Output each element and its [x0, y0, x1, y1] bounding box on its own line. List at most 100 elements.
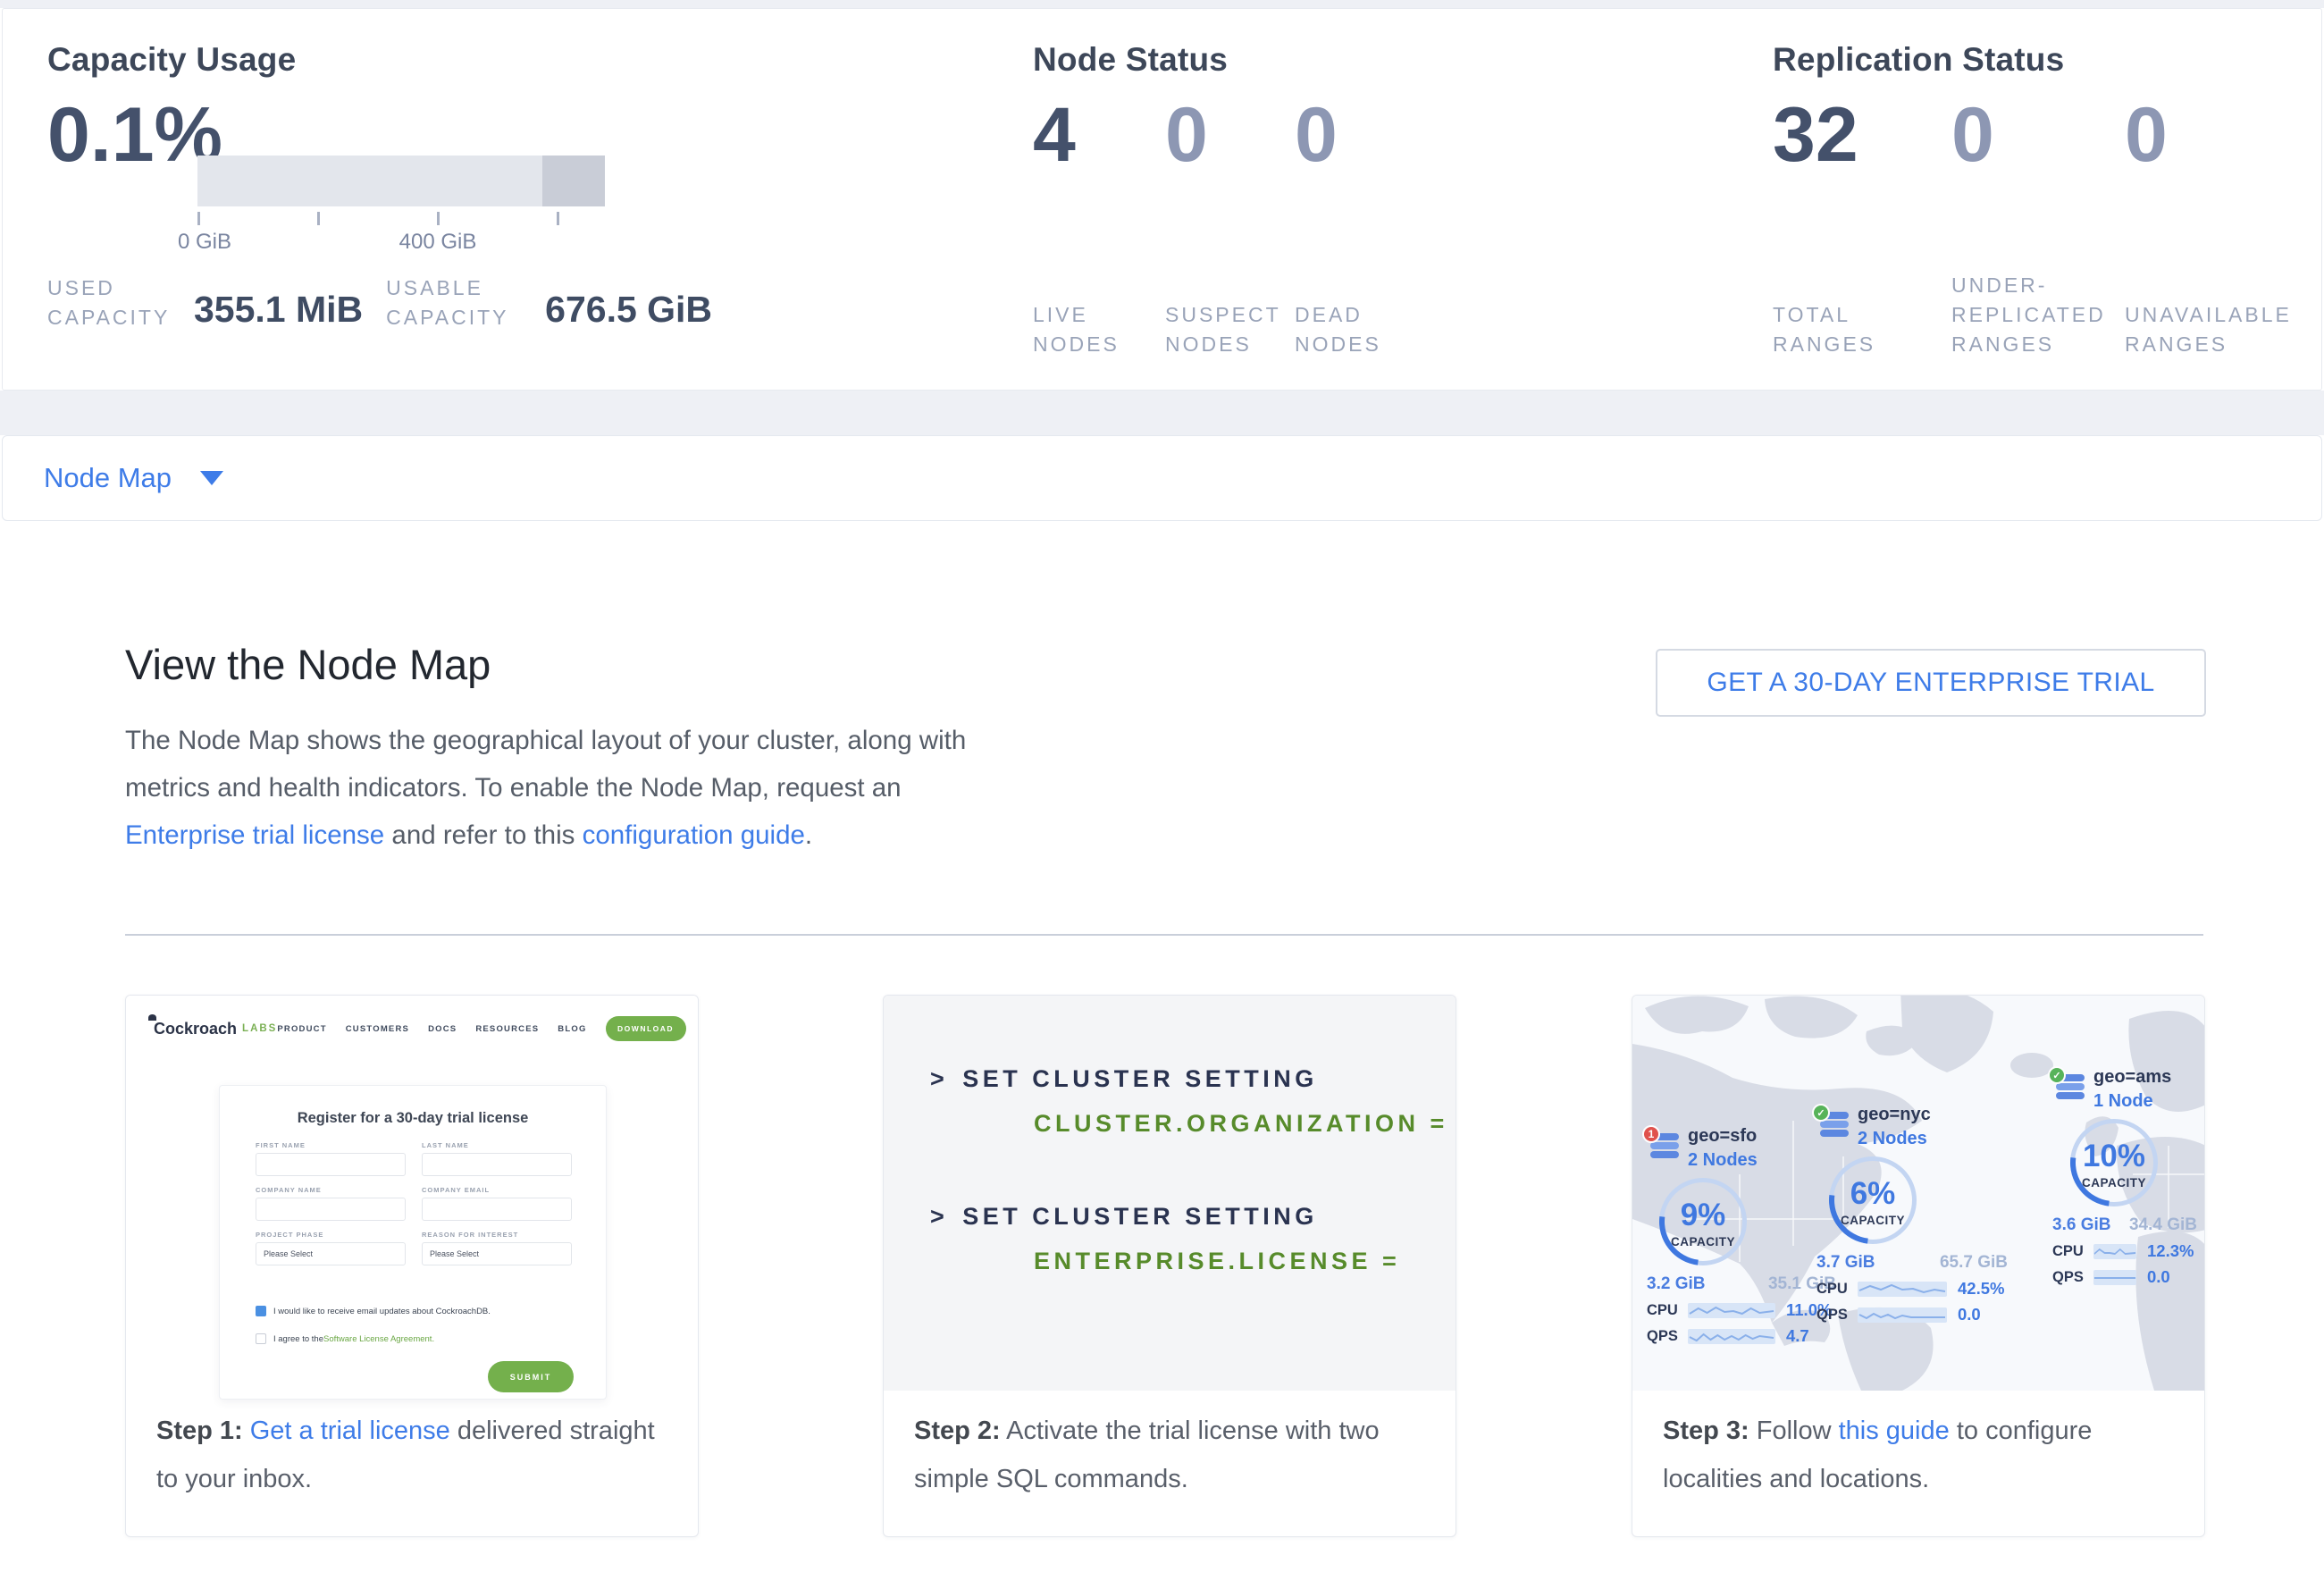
capacity-gauge: 10% CAPACITY — [2070, 1119, 2158, 1206]
get-enterprise-trial-button[interactable]: GET A 30-DAY ENTERPRISE TRIAL — [1656, 649, 2206, 717]
reason-for-interest-select[interactable]: Please Select — [422, 1242, 572, 1265]
cpu-sparkline — [1858, 1282, 1947, 1297]
view-selector-label[interactable]: Node Map — [44, 462, 172, 494]
under-replicated-ranges-label: UNDER-REPLICATED RANGES — [1951, 271, 2118, 359]
sql-line: > SET CLUSTER SETTING — [930, 1065, 1318, 1093]
gauge-caption: CAPACITY — [1659, 1235, 1747, 1248]
step2-prefix: Step 2: — [914, 1417, 1001, 1445]
capacity-gauge: 9% CAPACITY — [1659, 1178, 1747, 1265]
dead-nodes-value: 0 — [1295, 91, 1447, 180]
used-capacity-label: USED CAPACITY — [47, 273, 171, 332]
sql-prompt: > — [930, 1065, 948, 1092]
nav-item-blog[interactable]: BLOG — [558, 1024, 586, 1034]
capacity-axis-labels: 0 GiB 400 GiB — [197, 230, 605, 260]
email-updates-text: I would like to receive email updates ab… — [273, 1307, 491, 1316]
last-name-field[interactable] — [422, 1153, 572, 1176]
gauge-caption: CAPACITY — [1829, 1214, 1917, 1227]
locality-ams[interactable]: ✓ geo=ams 1 Node 10% CAPACITY 3.6 GiB 34… — [2052, 1067, 2197, 1287]
replication-labels: TOTAL RANGES UNDER-REPLICATED RANGES UNA… — [1773, 232, 2308, 359]
enterprise-trial-license-link[interactable]: Enterprise trial license — [125, 820, 384, 850]
company-email-field[interactable] — [422, 1198, 572, 1221]
locality-sfo[interactable]: 1 geo=sfo 2 Nodes 9% CAPACITY 3.2 GiB 35… — [1647, 1126, 1836, 1346]
nav-item-docs[interactable]: DOCS — [428, 1024, 457, 1034]
sql-argument: ENTERPRISE.LICENSE = — [1034, 1248, 1400, 1275]
cpu-metric: CPU 11.0% — [1647, 1300, 1836, 1320]
section-gap — [0, 391, 2324, 435]
qps-sparkline — [2093, 1270, 2136, 1285]
section-divider — [125, 934, 2203, 936]
cpu-sparkline — [2093, 1244, 2136, 1259]
sql-command: SET CLUSTER SETTING — [962, 1065, 1318, 1092]
unavailable-ranges-label: UNAVAILABLE RANGES — [2125, 300, 2308, 359]
sql-line: >SET CLUSTER SETTING — [930, 1203, 1318, 1231]
database-icon: 1 — [1650, 1133, 1679, 1160]
nav-item-product[interactable]: PRODUCT — [277, 1024, 326, 1034]
axis-tick — [197, 212, 200, 225]
cpu-label: CPU — [1647, 1302, 1688, 1319]
qps-label: QPS — [1816, 1307, 1858, 1324]
locality-node-count: 1 Node — [2093, 1091, 2153, 1112]
form-title: Register for a 30-day trial license — [220, 1110, 606, 1127]
cpu-metric: CPU 12.3% — [2052, 1241, 2197, 1261]
qps-metric: QPS 0.0 — [2052, 1267, 2197, 1287]
qps-label: QPS — [2052, 1269, 2093, 1286]
qps-label: QPS — [1647, 1328, 1688, 1345]
nav-item-customers[interactable]: CUSTOMERS — [346, 1024, 409, 1034]
first-name-label: FIRST NAME — [256, 1141, 406, 1149]
step2-card: >SET CLUSTER SETTING CLUSTER.ORGANIZATIO… — [883, 995, 1456, 1537]
license-agreement-text: I agree to the — [273, 1334, 323, 1344]
database-icon: ✓ — [2056, 1074, 2085, 1101]
qps-sparkline — [1688, 1329, 1775, 1344]
cpu-metric: CPU 42.5% — [1816, 1279, 2008, 1299]
qps-sparkline — [1858, 1307, 1947, 1323]
qps-metric: QPS 4.7 — [1647, 1326, 1836, 1346]
healthy-check-icon: ✓ — [1812, 1104, 1830, 1122]
locality-node-count: 2 Nodes — [1688, 1150, 1758, 1171]
project-phase-select[interactable]: Please Select — [256, 1242, 406, 1265]
software-license-agreement-link[interactable]: Software License Agreement. — [323, 1334, 434, 1344]
company-email-label: COMPANY EMAIL — [422, 1186, 572, 1194]
company-name-label: COMPANY NAME — [256, 1186, 406, 1194]
axis-tick — [557, 212, 559, 225]
checked-checkbox-icon[interactable] — [256, 1306, 266, 1316]
used-capacity-value: 355.1 MiB — [194, 289, 363, 332]
view-selector-bar[interactable]: Node Map — [2, 435, 2322, 521]
node-map-preview: 1 geo=sfo 2 Nodes 9% CAPACITY 3.2 GiB 35… — [1632, 996, 2205, 1391]
replication-values: 32 0 0 — [1773, 91, 2168, 180]
step3-caption: Step 3: Follow this guide to configure l… — [1663, 1407, 2181, 1503]
nav-item-resources[interactable]: RESOURCES — [475, 1024, 539, 1034]
replication-status-title: Replication Status — [1773, 41, 2064, 79]
cpu-label: CPU — [1816, 1281, 1858, 1298]
qps-metric: QPS 0.0 — [1816, 1305, 2008, 1324]
this-guide-link[interactable]: this guide — [1839, 1417, 1950, 1445]
axis-tick-label: 400 GiB — [399, 230, 477, 255]
intro-text: and refer to this — [384, 820, 582, 850]
chevron-down-icon — [200, 471, 223, 485]
replication-status-section: Replication Status 32 0 0 TOTAL RANGES U… — [1773, 9, 2318, 390]
capacity-bar-reserved-segment — [542, 156, 605, 206]
gauge-percent: 10% — [2070, 1139, 2158, 1174]
trial-license-form: Register for a 30-day trial license FIRS… — [219, 1085, 607, 1400]
suspect-nodes-label: SUSPECT NODES — [1165, 300, 1290, 359]
usable-capacity: 65.7 GiB — [1940, 1253, 2008, 1273]
submit-button[interactable]: SUBMIT — [488, 1361, 574, 1392]
license-site-preview: Cockroach LABS PRODUCT CUSTOMERS DOCS RE… — [126, 996, 698, 1396]
get-trial-license-link[interactable]: Get a trial license — [250, 1417, 450, 1445]
license-site-header: Cockroach LABS PRODUCT CUSTOMERS DOCS RE… — [146, 1010, 680, 1047]
unchecked-checkbox-icon[interactable] — [256, 1333, 266, 1344]
dead-nodes-label: DEAD NODES — [1295, 300, 1413, 359]
node-status-labels: LIVE NODES SUSPECT NODES DEAD NODES — [1033, 232, 1447, 359]
download-button[interactable]: DOWNLOAD — [606, 1016, 686, 1041]
email-updates-checkbox-row: I would like to receive email updates ab… — [256, 1306, 491, 1316]
intro-text: . — [805, 820, 812, 850]
locality-nyc[interactable]: ✓ geo=nyc 2 Nodes 6% CAPACITY 3.7 GiB 65… — [1816, 1105, 2008, 1324]
capacity-range: 3.6 GiB 34.4 GiB — [2052, 1215, 2197, 1235]
locality-node-count: 2 Nodes — [1858, 1129, 1927, 1149]
capacity-range: 3.7 GiB 65.7 GiB — [1816, 1253, 2008, 1273]
locality-header: ✓ geo=nyc 2 Nodes — [1816, 1105, 2008, 1153]
first-name-field[interactable] — [256, 1153, 406, 1176]
configuration-guide-link[interactable]: configuration guide — [583, 820, 805, 850]
step2-caption: Step 2: Activate the trial license with … — [914, 1407, 1432, 1503]
live-nodes-value: 4 — [1033, 91, 1165, 180]
company-name-field[interactable] — [256, 1198, 406, 1221]
